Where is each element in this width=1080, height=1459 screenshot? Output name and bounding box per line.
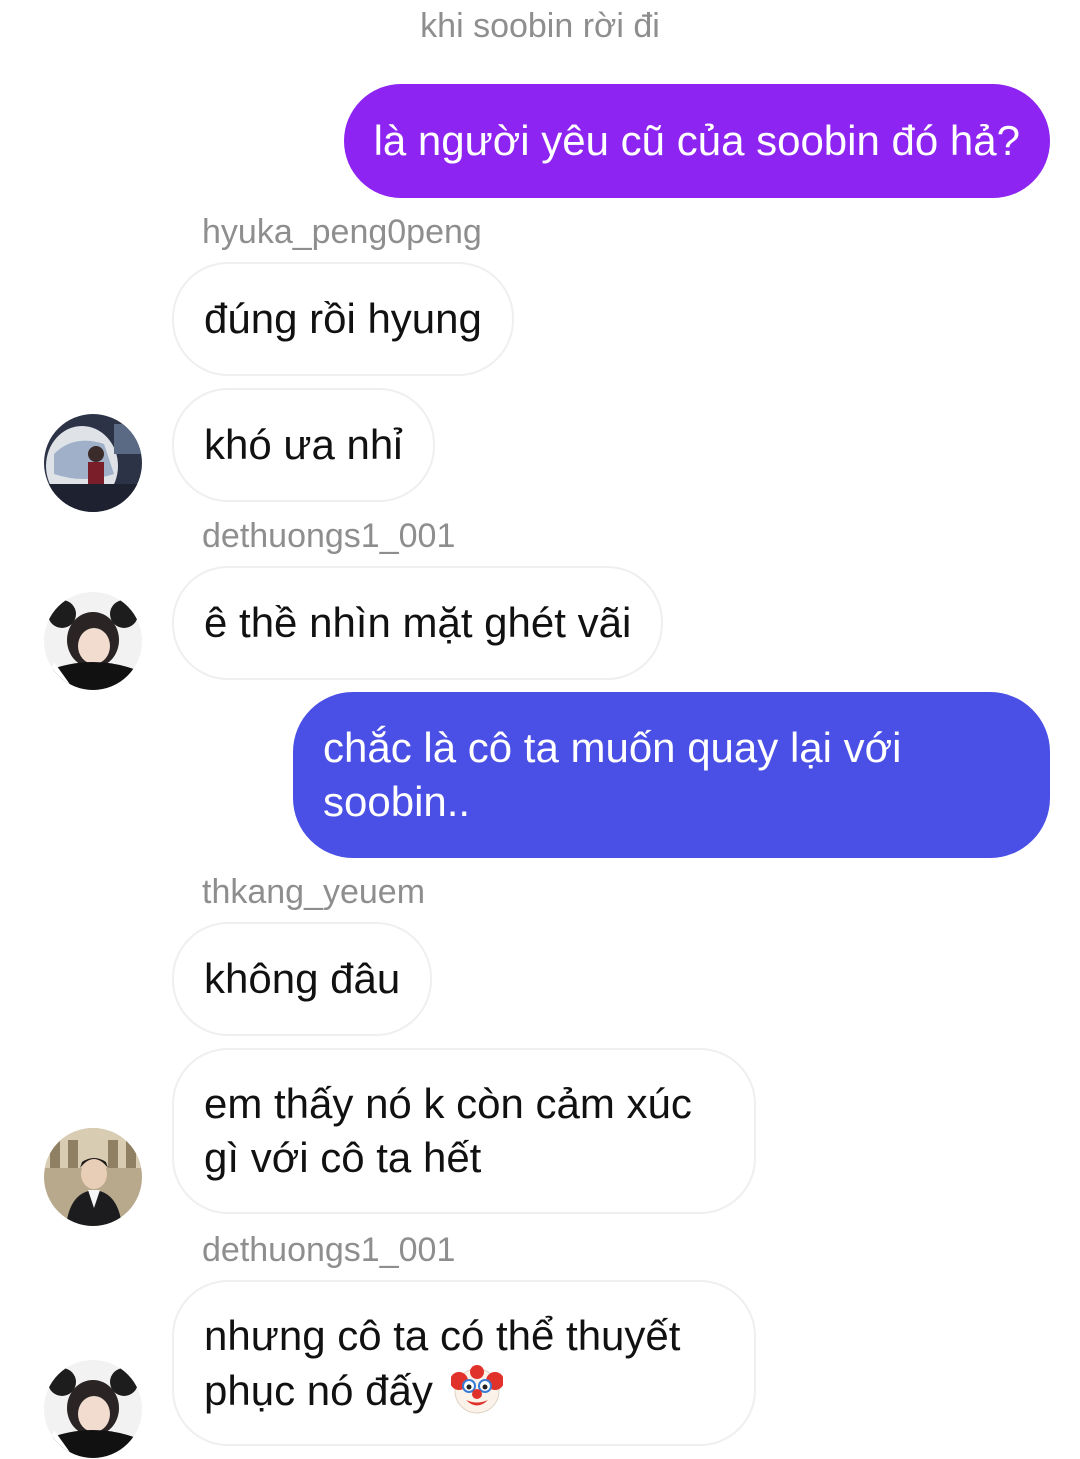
incoming-message-bubble[interactable]: ê thề nhìn mặt ghét vãi [172, 566, 664, 680]
sender-username[interactable]: thkang_yeuem [202, 872, 425, 912]
message-text: khó ưa nhỉ [204, 421, 403, 468]
incoming-message-bubble[interactable]: nhưng cô ta có thể thuyết phục nó đấy [172, 1280, 756, 1446]
outgoing-message-bubble[interactable]: chắc là cô ta muốn quay lại với soobin.. [293, 692, 1050, 858]
incoming-message-bubble[interactable]: đúng rồi hyung [172, 262, 514, 376]
sender-username[interactable]: dethuongs1_001 [202, 516, 455, 556]
message-text-line: chắc là cô ta muốn quay lại với [323, 724, 902, 771]
message-text-line: nhưng cô ta có thể thuyết [204, 1311, 681, 1359]
clown-face-emoji [450, 1364, 503, 1413]
avatar-thkang[interactable] [44, 1128, 142, 1226]
chat-thread: khi soobin rời đi là người yêu cũ của so… [0, 0, 1080, 1459]
message-text: là người yêu cũ của soobin đó hả? [373, 117, 1020, 164]
outgoing-message-bubble[interactable]: là người yêu cũ của soobin đó hả? [343, 84, 1050, 198]
message-text: đúng rồi hyung [204, 295, 482, 342]
message-text-line: phục nó đấy [204, 1363, 724, 1418]
message-text: phục nó đấy [204, 1366, 433, 1414]
reply-context-text: khi soobin rời đi [420, 7, 660, 45]
avatar-image [44, 414, 142, 512]
incoming-message-bubble[interactable]: em thấy nó k còn cảm xúc gì với cô ta hế… [172, 1048, 756, 1214]
message-text: ê thề nhìn mặt ghét vãi [204, 599, 632, 646]
avatar-image [44, 592, 142, 690]
message-text-line: em thấy nó k còn cảm xúc [204, 1080, 692, 1127]
avatar-hyuka[interactable] [44, 414, 142, 512]
incoming-message-bubble[interactable]: không đâu [172, 922, 433, 1036]
incoming-message-bubble[interactable]: khó ưa nhỉ [172, 388, 435, 502]
sender-username[interactable]: dethuongs1_001 [202, 1230, 455, 1270]
message-text: không đâu [204, 955, 401, 1002]
avatar-image [44, 1360, 142, 1458]
sender-username[interactable]: hyuka_peng0peng [202, 212, 482, 252]
message-text-line: gì với cô ta hết [204, 1134, 482, 1181]
message-text-line: soobin.. [323, 778, 471, 825]
avatar-dethuongs[interactable] [44, 592, 142, 690]
avatar-image [44, 1128, 142, 1226]
avatar-dethuongs[interactable] [44, 1360, 142, 1458]
